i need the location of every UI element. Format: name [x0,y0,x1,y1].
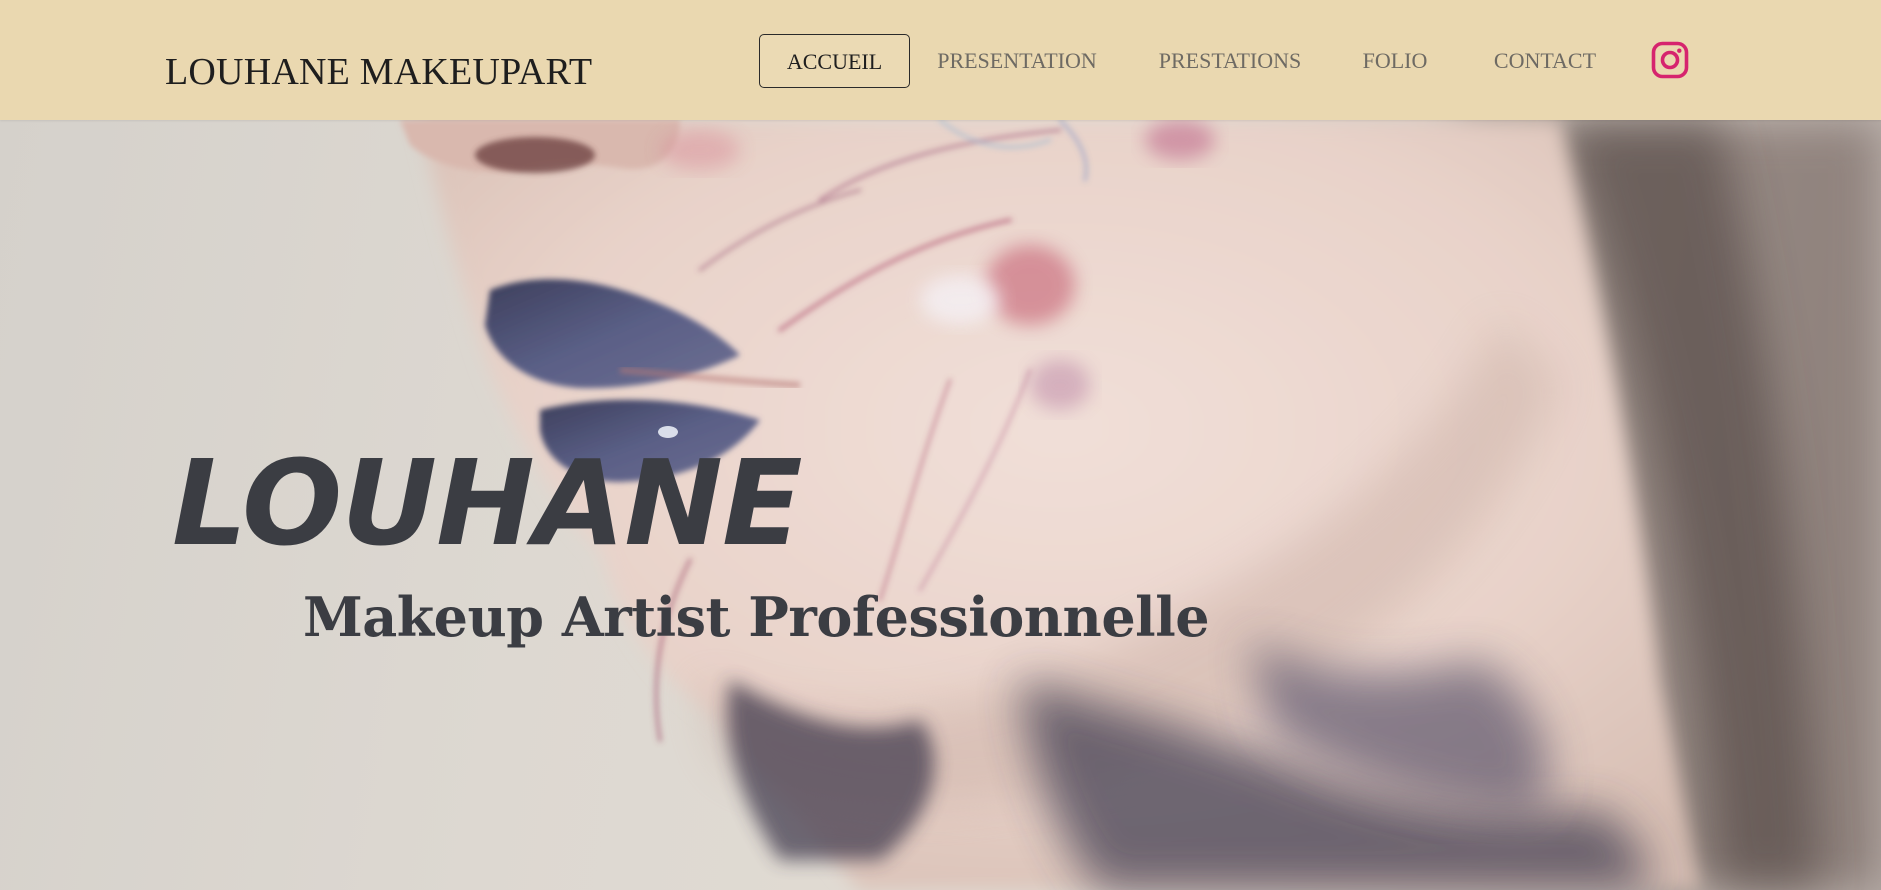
nav-item-prestations[interactable]: PRESTATIONS [1140,34,1320,88]
hero-section: LOUHANE Makeup Artist Professionnelle [0,120,1881,890]
nav-item-contact[interactable]: CONTACT [1470,34,1620,88]
site-header: LOUHANE MAKEUPART ACCUEIL PRESENTATION P… [0,0,1881,120]
nav-item-accueil[interactable]: ACCUEIL [759,34,910,88]
nav-item-presentation[interactable]: PRESENTATION [922,34,1112,88]
instagram-icon[interactable] [1651,41,1689,79]
hero-subtitle: Makeup Artist Professionnelle [303,585,1210,649]
site-logo-text[interactable]: LOUHANE MAKEUPART [165,50,592,94]
nav-item-folio[interactable]: FOLIO [1350,34,1440,88]
page: LOUHANE MAKEUPART ACCUEIL PRESENTATION P… [0,0,1881,890]
hero-title: LOUHANE [172,434,803,572]
